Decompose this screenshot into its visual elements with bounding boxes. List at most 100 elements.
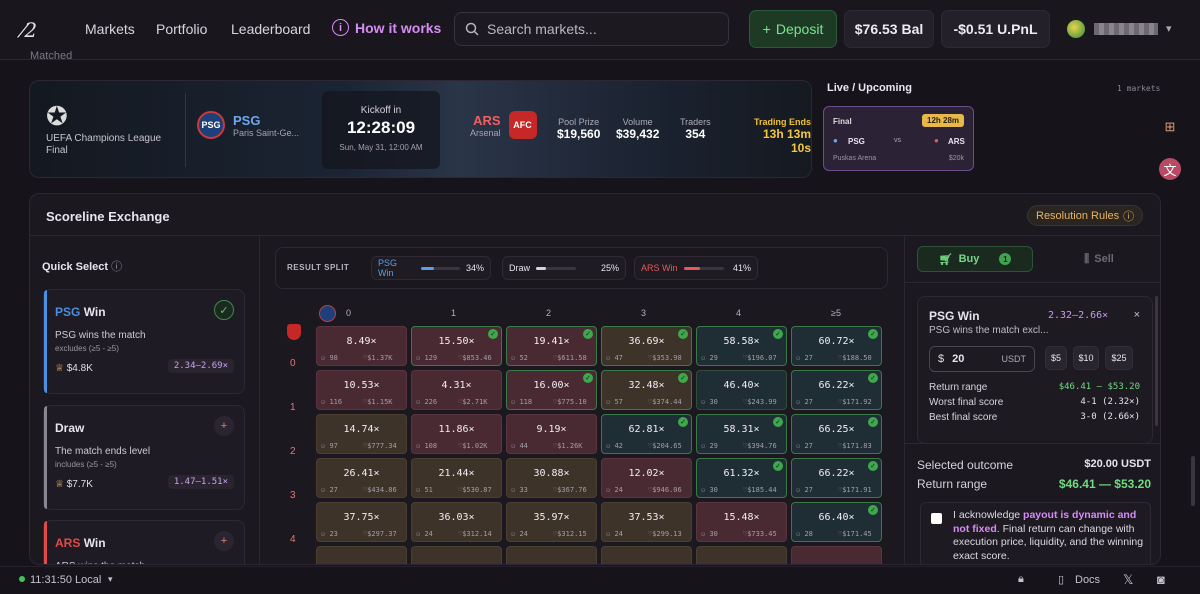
- scoreline-cell[interactable]: 32.48× ⚇ 57 ♡$374.44 ✓: [601, 370, 692, 410]
- scoreline-cell[interactable]: 14.74× ⚇ 97 ♡$777.34: [316, 414, 407, 454]
- close-icon[interactable]: ×: [1134, 309, 1140, 321]
- plus-icon[interactable]: +: [214, 531, 234, 551]
- upnl-pill[interactable]: -$0.51 U.PnL: [941, 10, 1050, 48]
- panel-scrollbar[interactable]: [1155, 296, 1158, 426]
- scoreline-cell[interactable]: 10.53× ⚇ 116 ♡$1.15K: [316, 370, 407, 410]
- sell-tab[interactable]: ⫼ Sell: [1045, 246, 1153, 272]
- scoreline-cell[interactable]: 62.81× ⚇ 42 ♡$204.65 ✓: [601, 414, 692, 454]
- split-chip[interactable]: PSG Win 34%: [371, 256, 491, 280]
- cell-traders-value: 27: [804, 398, 813, 406]
- scoreline-cell[interactable]: 66.25× ⚇ 27 ♡$171.83 ✓: [791, 414, 882, 454]
- match-hero[interactable]: ✪ UEFA Champions League Final PSG PSG Pa…: [29, 80, 812, 178]
- chevron-down-icon[interactable]: ▾: [108, 574, 113, 585]
- check-icon: ✓: [868, 329, 878, 339]
- scoreline-cell[interactable]: 61.32× ⚇ 30 ♡$185.44 ✓: [696, 458, 787, 498]
- scoreline-cell[interactable]: 36.69× ⚇ 47 ♡$353.98 ✓: [601, 326, 692, 366]
- search-box[interactable]: [454, 12, 729, 46]
- how-it-works-link[interactable]: i How it works: [332, 19, 441, 36]
- cell-odds: 35.97×: [533, 512, 570, 523]
- scoreline-cell[interactable]: [601, 546, 692, 564]
- translate-icon[interactable]: 文: [1159, 158, 1181, 180]
- quick-select-card[interactable]: Draw + The match ends level includes (≥5 - …: [43, 405, 245, 510]
- quick-amount-10[interactable]: $10: [1073, 346, 1099, 370]
- scoreline-cell[interactable]: 21.44× ⚇ 51 ♡$530.87: [411, 458, 502, 498]
- scoreline-cell[interactable]: 26.41× ⚇ 27 ♡$434.86: [316, 458, 407, 498]
- scoreline-cell[interactable]: [411, 546, 502, 564]
- scoreline-cell[interactable]: 58.58× ⚇ 29 ♡$196.07 ✓: [696, 326, 787, 366]
- cell-odds: 58.31×: [723, 424, 760, 435]
- search-input[interactable]: [487, 21, 707, 37]
- amount-input[interactable]: $ 20 USDT: [929, 346, 1035, 372]
- resolution-rules-button[interactable]: Resolution Rules ⓘ: [1027, 205, 1144, 226]
- split-pct: 34%: [465, 263, 484, 273]
- cell-pool: ♡$185.44: [743, 486, 777, 494]
- how-it-works-label: How it works: [355, 19, 442, 36]
- scoreline-cell[interactable]: 4.31× ⚇ 226 ♡$2.71K: [411, 370, 502, 410]
- scoreline-cell[interactable]: 37.53× ⚇ 24 ♡$299.13: [601, 502, 692, 542]
- worst-score-value: 4-1 (2.32×): [1080, 397, 1140, 407]
- scoreline-exchange: Scoreline Exchange Resolution Rules ⓘ Qu…: [29, 193, 1161, 565]
- discord-icon[interactable]: ◙: [1157, 572, 1165, 587]
- chevron-down-icon[interactable]: ▾: [1166, 22, 1172, 35]
- check-icon[interactable]: ✓: [214, 300, 234, 320]
- scoreline-cell[interactable]: [696, 546, 787, 564]
- cell-traders-value: 29: [709, 442, 718, 450]
- scoreline-cell[interactable]: 16.00× ⚇ 118 ♡$775.10 ✓: [506, 370, 597, 410]
- deposit-button[interactable]: + Deposit: [749, 10, 837, 48]
- scoreline-cell[interactable]: [316, 546, 407, 564]
- buy-tab[interactable]: 🛒︎ Buy 1: [917, 246, 1033, 272]
- scoreline-cell[interactable]: 37.75× ⚇ 23 ♡$297.37: [316, 502, 407, 542]
- username-redacted[interactable]: [1094, 23, 1158, 35]
- cell-odds: 12.02×: [628, 468, 665, 479]
- lock-icon[interactable]: 🔒︎: [1018, 573, 1024, 586]
- x-twitter-icon[interactable]: 𝕏: [1123, 572, 1133, 588]
- scoreline-cell[interactable]: 60.72× ⚇ 27 ♡$188.50 ✓: [791, 326, 882, 366]
- scoreline-cell[interactable]: 46.40× ⚇ 30 ♡$243.99: [696, 370, 787, 410]
- scoreline-cell[interactable]: 66.40× ⚇ 28 ♡$171.45 ✓: [791, 502, 882, 542]
- scoreline-cell[interactable]: 9.19× ⚇ 44 ♡$1.26K: [506, 414, 597, 454]
- add-widget-icon[interactable]: ⊞: [1159, 116, 1181, 138]
- scoreline-cell[interactable]: 19.41× ⚇ 52 ♡$611.58 ✓: [506, 326, 597, 366]
- scoreline-cell[interactable]: 66.22× ⚇ 27 ♡$171.92 ✓: [791, 370, 882, 410]
- scoreline-cell[interactable]: [506, 546, 597, 564]
- scoreline-cell[interactable]: 35.97× ⚇ 24 ♡$312.15: [506, 502, 597, 542]
- scoreline-cell[interactable]: 12.02× ⚇ 24 ♡$946.06: [601, 458, 692, 498]
- quick-amount-5[interactable]: $5: [1045, 346, 1067, 370]
- quick-amount-25[interactable]: $25: [1105, 346, 1133, 370]
- scoreline-cell[interactable]: 66.22× ⚇ 27 ♡$171.91 ✓: [791, 458, 882, 498]
- quick-card-note: includes (≥5 - ≥5): [55, 460, 117, 469]
- scoreline-cell[interactable]: 11.86× ⚇ 108 ♡$1.02K: [411, 414, 502, 454]
- scoreline-cell[interactable]: 8.49× ⚇ 98 ♡$1.37K: [316, 326, 407, 366]
- scoreline-cell[interactable]: [791, 546, 882, 564]
- acknowledge-checkbox[interactable]: [931, 513, 942, 524]
- cell-pool: ♡$171.91: [838, 486, 872, 494]
- info-icon: ⓘ: [111, 261, 123, 273]
- live-market-card[interactable]: Final 12h 28m ● PSG vs ● ARS Puskas Aren…: [823, 106, 974, 171]
- split-name: Draw: [509, 263, 531, 273]
- plus-icon[interactable]: +: [214, 416, 234, 436]
- cell-traders: ⚇ 98: [321, 354, 338, 362]
- scoreline-cell[interactable]: 36.03× ⚇ 24 ♡$312.14: [411, 502, 502, 542]
- split-chip[interactable]: Draw 25%: [502, 256, 626, 280]
- docs-link[interactable]: Docs: [1075, 574, 1100, 586]
- balance-pill[interactable]: $76.53 Bal: [844, 10, 934, 48]
- scrollbar[interactable]: [1191, 456, 1195, 506]
- cell-traders: ⚇ 30: [701, 398, 718, 406]
- quick-select-card[interactable]: PSG Win ✓ PSG wins the match excludes (≥5 -…: [43, 289, 245, 394]
- logo[interactable]: ⁄2: [22, 18, 37, 42]
- cell-pool-value: $171.45: [842, 530, 872, 538]
- nav-markets[interactable]: Markets: [85, 21, 135, 37]
- quick-select-card[interactable]: ARS Win + ARS wins the match: [43, 520, 245, 564]
- nav-portfolio[interactable]: Portfolio: [156, 21, 207, 37]
- cell-traders-value: 29: [709, 354, 718, 362]
- scoreline-cell[interactable]: 15.48× ⚇ 30 ♡$733.45: [696, 502, 787, 542]
- cell-odds: 58.58×: [723, 336, 760, 347]
- avatar[interactable]: [1067, 20, 1085, 38]
- nav-leaderboard[interactable]: Leaderboard: [231, 21, 310, 37]
- scoreline-cell[interactable]: 15.50× ⚇ 129 ♡$853.46 ✓: [411, 326, 502, 366]
- local-time[interactable]: 11:31:50 Local: [30, 574, 101, 586]
- cell-traders-value: 226: [424, 398, 438, 406]
- scoreline-cell[interactable]: 30.88× ⚇ 33 ♡$367.76: [506, 458, 597, 498]
- split-chip[interactable]: ARS Win 41%: [634, 256, 758, 280]
- scoreline-cell[interactable]: 58.31× ⚇ 29 ♡$394.76 ✓: [696, 414, 787, 454]
